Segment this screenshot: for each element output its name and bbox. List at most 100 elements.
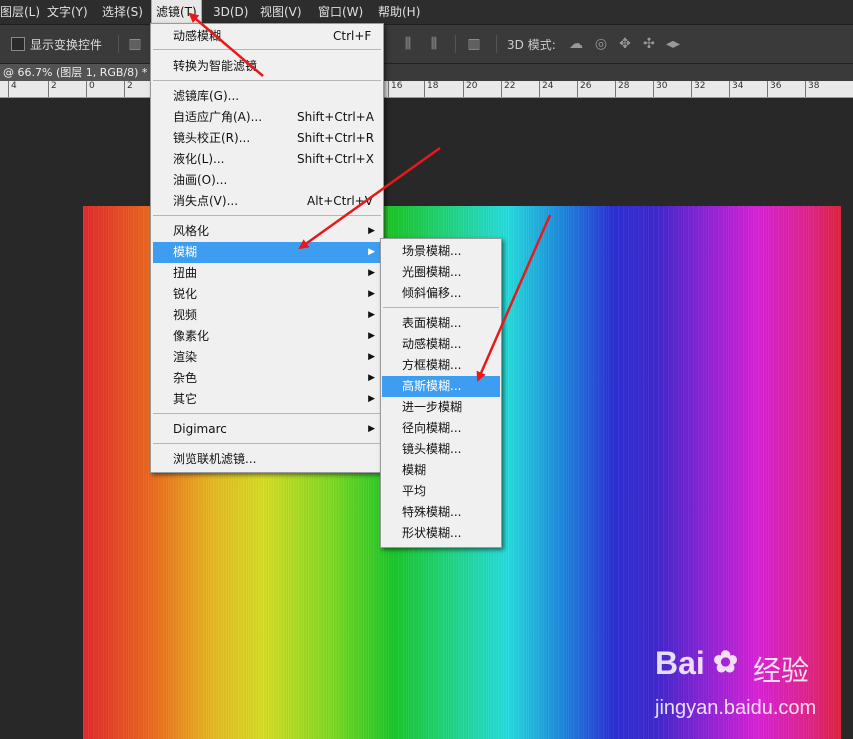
blur-radial[interactable]: 径向模糊...: [382, 418, 500, 439]
filter-other[interactable]: 其它 ▶: [153, 389, 381, 410]
filter-pixelate[interactable]: 像素化 ▶: [153, 326, 381, 347]
menu-item-label: 特殊模糊...: [402, 505, 462, 519]
filter-video[interactable]: 视频 ▶: [153, 305, 381, 326]
filter-stylize[interactable]: 风格化 ▶: [153, 221, 381, 242]
menu-separator: [153, 413, 381, 414]
menu-item-label: 渲染: [173, 350, 198, 364]
filter-oil-paint[interactable]: 油画(O)...: [153, 170, 381, 191]
menu-item-label: 像素化: [173, 329, 210, 343]
menu-item-label: 扭曲: [173, 266, 198, 280]
menu-item-label: 镜头模糊...: [402, 442, 462, 456]
3d-mode-label: 3D 模式:: [507, 38, 556, 52]
align-icon[interactable]: ▥: [127, 36, 143, 52]
blur-submenu: 场景模糊... 光圈模糊... 倾斜偏移... 表面模糊... 动感模糊... …: [380, 238, 502, 548]
menu-item-label: 方框模糊...: [402, 358, 462, 372]
menu-item-label: 平均: [402, 484, 427, 498]
ruler-label: 34: [729, 81, 743, 97]
filter-sharpen[interactable]: 锐化 ▶: [153, 284, 381, 305]
options-bar: 显示变换控件 ▥ ⫼ ⫼ ▥ 3D 模式: ☁ ◎ ✥ ✣ ◂▸: [0, 25, 853, 64]
ruler-label: 20: [463, 81, 477, 97]
menu-select[interactable]: 选择(S): [98, 0, 147, 24]
menu-view[interactable]: 视图(V): [256, 0, 306, 24]
3d-pan-icon[interactable]: ✥: [617, 36, 633, 52]
menu-item-label: 进一步模糊: [402, 400, 463, 414]
blur-more[interactable]: 进一步模糊: [382, 397, 500, 418]
ruler-label: 0: [86, 81, 95, 97]
ruler-label: 22: [501, 81, 515, 97]
ruler-label: 4: [8, 81, 17, 97]
blur-surface[interactable]: 表面模糊...: [382, 313, 500, 334]
menu-window[interactable]: 窗口(W): [314, 0, 367, 24]
menu-item-label: 风格化: [173, 224, 210, 238]
menu-item-label: 锐化: [173, 287, 198, 301]
menu-item-shortcut: Shift+Ctrl+A: [297, 110, 374, 124]
3d-slide-icon[interactable]: ✣: [641, 36, 657, 52]
menu-item-label: 其它: [173, 392, 198, 406]
blur-tilt-shift[interactable]: 倾斜偏移...: [382, 283, 500, 304]
ruler-label: 26: [577, 81, 591, 97]
separator: [118, 35, 119, 53]
menu-layer[interactable]: 图层(L): [0, 0, 44, 24]
submenu-arrow-icon: ▶: [368, 352, 375, 362]
blur-lens[interactable]: 镜头模糊...: [382, 439, 500, 460]
filter-vanishing-point[interactable]: 消失点(V)... Alt+Ctrl+V: [153, 191, 381, 212]
filter-noise[interactable]: 杂色 ▶: [153, 368, 381, 389]
filter-adaptive-wide-angle[interactable]: 自适应广角(A)... Shift+Ctrl+A: [153, 107, 381, 128]
menu-type[interactable]: 文字(Y): [43, 0, 92, 24]
menu-item-label: 滤镜库(G)...: [173, 89, 240, 103]
filter-digimarc[interactable]: Digimarc ▶: [153, 419, 381, 440]
menu-help[interactable]: 帮助(H): [374, 0, 424, 24]
menu-separator: [153, 49, 381, 50]
watermark-brand-cn: 经验: [753, 654, 810, 687]
filter-lens-correction[interactable]: 镜头校正(R)... Shift+Ctrl+R: [153, 128, 381, 149]
ruler-label: 36: [767, 81, 781, 97]
menu-separator: [153, 443, 381, 444]
submenu-arrow-icon: ▶: [368, 373, 375, 383]
filter-last-motion-blur[interactable]: 动感模糊 Ctrl+F: [153, 26, 381, 47]
submenu-arrow-icon: ▶: [368, 226, 375, 236]
menu-3d[interactable]: 3D(D): [209, 0, 252, 24]
menu-item-label: 浏览联机滤镜...: [173, 452, 257, 466]
submenu-arrow-icon: ▶: [368, 268, 375, 278]
blur-motion[interactable]: 动感模糊...: [382, 334, 500, 355]
filter-liquify[interactable]: 液化(L)... Shift+Ctrl+X: [153, 149, 381, 170]
ruler-label: 32: [691, 81, 705, 97]
blur-smart[interactable]: 特殊模糊...: [382, 502, 500, 523]
filter-browse-online[interactable]: 浏览联机滤镜...: [153, 449, 381, 470]
3d-roll-icon[interactable]: ◎: [593, 36, 609, 52]
blur-field[interactable]: 场景模糊...: [382, 241, 500, 262]
menu-item-label: 模糊: [173, 245, 198, 259]
separator: [496, 35, 497, 53]
blur-average[interactable]: 平均: [382, 481, 500, 502]
submenu-arrow-icon: ▶: [368, 424, 375, 434]
submenu-arrow-icon: ▶: [368, 310, 375, 320]
auto-align-icon[interactable]: ▥: [466, 36, 482, 52]
blur-shape[interactable]: 形状模糊...: [382, 523, 500, 544]
filter-gallery[interactable]: 滤镜库(G)...: [153, 86, 381, 107]
menu-item-label: 高斯模糊...: [402, 379, 462, 393]
menu-item-label: 模糊: [402, 463, 427, 477]
distribute-icon[interactable]: ⫼: [400, 36, 416, 52]
submenu-arrow-icon: ▶: [368, 394, 375, 404]
document-tab[interactable]: @ 66.7% (图层 1, RGB/8) *: [0, 64, 155, 81]
menu-item-shortcut: Alt+Ctrl+V: [307, 194, 373, 208]
filter-convert-smart[interactable]: 转换为智能滤镜: [153, 56, 381, 77]
menu-item-label: 形状模糊...: [402, 526, 462, 540]
blur-simple[interactable]: 模糊: [382, 460, 500, 481]
blur-iris[interactable]: 光圈模糊...: [382, 262, 500, 283]
filter-distort[interactable]: 扭曲 ▶: [153, 263, 381, 284]
submenu-arrow-icon: ▶: [368, 331, 375, 341]
3d-scale-icon[interactable]: ◂▸: [665, 36, 681, 52]
menu-item-label: Digimarc: [173, 422, 227, 436]
3d-rotate-icon[interactable]: ☁: [568, 36, 584, 52]
filter-render[interactable]: 渲染 ▶: [153, 347, 381, 368]
blur-box[interactable]: 方框模糊...: [382, 355, 500, 376]
menu-item-shortcut: Ctrl+F: [333, 29, 372, 43]
show-transform-checkbox[interactable]: [11, 37, 25, 51]
menu-separator: [383, 307, 499, 308]
distribute-center-icon[interactable]: ⫼: [426, 36, 442, 52]
blur-gaussian[interactable]: 高斯模糊...: [382, 376, 500, 397]
filter-blur[interactable]: 模糊 ▶: [153, 242, 381, 263]
menu-filter[interactable]: 滤镜(T): [151, 0, 202, 25]
ruler-label: 2: [48, 81, 57, 97]
